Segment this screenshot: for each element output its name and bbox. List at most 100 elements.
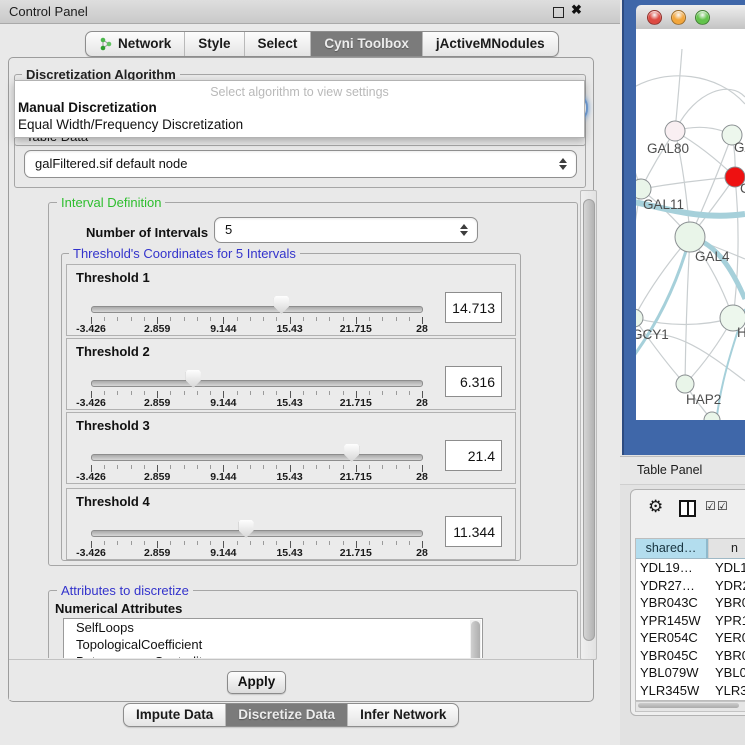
cell-shared-name[interactable]: YLR345W (636, 682, 710, 700)
interval-definition-group: Interval Definition Number of Intervals … (48, 202, 578, 566)
cell-name[interactable]: YDL1 (710, 559, 745, 577)
tab-cyni-toolbox[interactable]: Cyni Toolbox (311, 32, 423, 56)
threshold-slider-track[interactable] (91, 380, 423, 387)
tab-style[interactable]: Style (185, 32, 244, 56)
cell-shared-name[interactable]: YPR145W (636, 612, 710, 630)
checkbox-icon[interactable]: ☑ (717, 499, 728, 513)
tick-minor (303, 465, 304, 469)
network-canvas[interactable]: GAL80GACGAL11GAL4GCY1HHAP2 (636, 29, 745, 420)
thresholds-group: Threshold's Coordinates for 5 Intervals … (61, 253, 521, 561)
tab-jactivemnodules[interactable]: jActiveMNodules (423, 32, 558, 56)
cell-name[interactable]: YLR3 (710, 682, 745, 700)
cell-shared-name[interactable]: YBL079W (636, 664, 710, 682)
table-data-combobox[interactable]: galFiltered.sif default node (24, 150, 577, 178)
threshold-slider-track[interactable] (91, 454, 423, 461)
attributes-scrollbar[interactable] (470, 620, 481, 658)
cell-shared-name[interactable]: YDL19… (636, 559, 710, 577)
num-intervals-combobox[interactable]: 5 (214, 217, 478, 243)
popup-option[interactable]: Equal Width/Frequency Discretization (15, 116, 584, 133)
tick-label: 9.144 (210, 397, 236, 409)
popup-option[interactable]: Manual Discretization (15, 99, 584, 116)
network-edge[interactable] (636, 189, 641, 318)
attribute-list-item[interactable]: BetweennessCentrality (64, 653, 482, 658)
tick-label: 9.144 (210, 471, 236, 483)
cell-name[interactable]: YBR0 (710, 594, 745, 612)
threshold-value-field[interactable]: 14.713 (445, 292, 502, 323)
network-edge[interactable] (733, 177, 738, 318)
threshold-slider-track[interactable] (91, 530, 423, 537)
cell-name[interactable]: YBL0 (710, 664, 745, 682)
tick-minor (316, 541, 317, 545)
cell-shared-name[interactable]: YBR045C (636, 647, 710, 665)
tick-minor (197, 391, 198, 395)
network-edge[interactable] (636, 318, 733, 325)
cell-shared-name[interactable]: YBR043C (636, 594, 710, 612)
scrollbar-thumb[interactable] (638, 703, 739, 708)
table-row[interactable]: YDR27…YDR2 (636, 577, 745, 595)
table-row[interactable]: YBR043CYBR0 (636, 594, 745, 612)
close-traffic-light[interactable] (647, 10, 662, 25)
table-row[interactable]: YER054CYER0 (636, 629, 745, 647)
tick-minor (409, 541, 410, 545)
gal80-node[interactable] (665, 121, 685, 141)
network-window-titlebar (636, 5, 745, 30)
cell-name[interactable]: YER0 (710, 629, 745, 647)
table-row[interactable]: YDL19…YDL1 (636, 559, 745, 577)
tick-minor (382, 391, 383, 395)
tab-network[interactable]: Network (86, 32, 185, 56)
tick-minor (263, 465, 264, 469)
tab-infer-network[interactable]: Infer Network (348, 704, 458, 726)
threshold-value-field[interactable]: 21.4 (445, 440, 502, 471)
tab-impute-data[interactable]: Impute Data (124, 704, 226, 726)
column-header-shared-name[interactable]: shared… (636, 539, 708, 558)
zoom-traffic-light[interactable] (695, 10, 710, 25)
tab-select[interactable]: Select (245, 32, 312, 56)
checkbox-icon[interactable]: ☑ (705, 499, 716, 513)
threshold-label: Threshold 2 (76, 344, 150, 359)
column-header-name[interactable]: n (708, 539, 745, 558)
network-edge[interactable] (675, 49, 682, 131)
hap2-node[interactable] (676, 375, 694, 393)
threshold-slider-track[interactable] (91, 306, 423, 313)
panel-vertical-scrollbar[interactable] (580, 190, 597, 660)
close-icon[interactable]: ✖ (571, 2, 582, 18)
cell-shared-name[interactable]: YER054C (636, 629, 710, 647)
tab-discretize-data[interactable]: Discretize Data (226, 704, 348, 726)
tick-minor (369, 391, 370, 395)
float-window-icon[interactable] (553, 7, 564, 18)
scrollbar-thumb[interactable] (471, 621, 480, 658)
threshold-value-field[interactable]: 6.316 (445, 366, 502, 397)
network-edge[interactable] (690, 135, 732, 237)
tick-minor (104, 541, 105, 545)
table-row[interactable]: YPR145WYPR1 (636, 612, 745, 630)
tick-minor (170, 317, 171, 321)
cell-shared-name[interactable]: YDR27… (636, 577, 710, 595)
scrollbar-thumb[interactable] (583, 199, 595, 641)
threshold-value-field[interactable]: 11.344 (445, 516, 502, 547)
gal4-node[interactable] (675, 222, 705, 252)
table-row[interactable]: YBR045CYBR0 (636, 647, 745, 665)
table-horizontal-scrollbar[interactable] (635, 701, 745, 712)
apply-button[interactable]: Apply (227, 671, 286, 694)
cell-name[interactable]: YPR1 (710, 612, 745, 630)
network-edge[interactable] (675, 89, 745, 131)
tick-minor (303, 541, 304, 545)
attribute-list-item[interactable]: TopologicalCoefficient (64, 636, 482, 653)
numerical-attributes-list[interactable]: SelfLoopsTopologicalCoefficientBetweenne… (63, 618, 483, 658)
table-row[interactable]: YBL079WYBL0 (636, 664, 745, 682)
cell-name[interactable]: YDR2 (710, 577, 745, 595)
slider-tick-labels: -3.4262.8599.14415.4321.71528 (91, 547, 422, 558)
gcy1-node[interactable] (636, 309, 643, 327)
split-columns-icon[interactable] (679, 500, 696, 517)
network-edge[interactable] (641, 177, 735, 189)
table-row[interactable]: YLR345WYLR3 (636, 682, 745, 700)
gear-icon[interactable]: ⚙ (648, 497, 663, 517)
tick-minor (144, 541, 145, 545)
node-attribute-table[interactable]: shared… n YDL19…YDL1YDR27…YDR2YBR043CYBR… (635, 538, 745, 701)
gal11-node[interactable] (636, 179, 651, 199)
network-edge[interactable] (685, 237, 690, 384)
attribute-list-item[interactable]: SelfLoops (64, 619, 482, 636)
tick-minor (104, 465, 105, 469)
minimize-traffic-light[interactable] (671, 10, 686, 25)
cell-name[interactable]: YBR0 (710, 647, 745, 665)
